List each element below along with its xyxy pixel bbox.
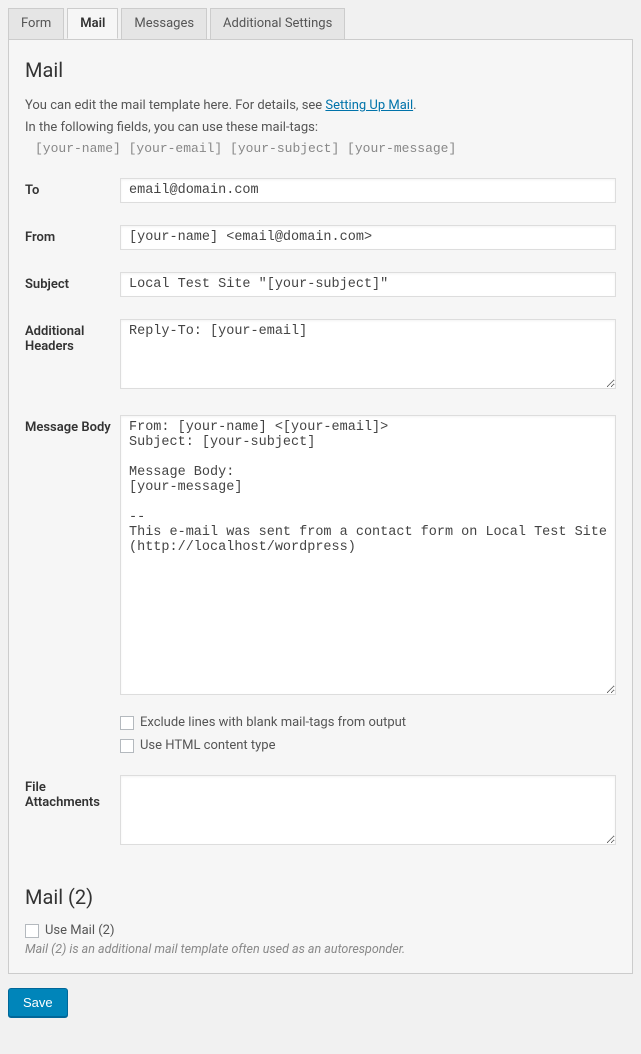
- input-subject[interactable]: [120, 272, 616, 297]
- checkbox-use-mail2[interactable]: [25, 924, 39, 938]
- save-button[interactable]: Save: [8, 988, 68, 1017]
- mail-panel: Mail You can edit the mail template here…: [8, 39, 633, 974]
- checkbox-exclude-blank[interactable]: [120, 716, 134, 730]
- row-subject: Subject: [25, 272, 616, 297]
- textarea-additional-headers[interactable]: [120, 319, 616, 389]
- tab-additional-settings[interactable]: Additional Settings: [210, 8, 345, 39]
- tab-nav: Form Mail Messages Additional Settings: [8, 8, 633, 40]
- label-additional-headers: Additional Headers: [25, 319, 120, 354]
- row-additional-headers: Additional Headers: [25, 319, 616, 393]
- input-to[interactable]: [120, 178, 616, 203]
- label-to: To: [25, 178, 120, 198]
- mail-tags-list: [your-name] [your-email] [your-subject] …: [35, 141, 616, 156]
- label-from: From: [25, 225, 120, 245]
- input-from[interactable]: [120, 225, 616, 250]
- intro-text: You can edit the mail template here. For…: [25, 98, 325, 113]
- textarea-file-attachments[interactable]: [120, 775, 616, 845]
- row-to: To: [25, 178, 616, 203]
- row-message-body: Message Body Exclude lines with blank ma…: [25, 415, 616, 753]
- label-subject: Subject: [25, 272, 120, 292]
- label-exclude-blank[interactable]: Exclude lines with blank mail-tags from …: [140, 715, 406, 730]
- row-file-attachments: File Attachments: [25, 775, 616, 849]
- tab-form[interactable]: Form: [8, 8, 64, 39]
- mail2-title: Mail (2): [25, 885, 616, 909]
- mail-intro-2: In the following fields, you can use the…: [25, 118, 616, 138]
- mail-title: Mail: [25, 58, 616, 82]
- label-message-body: Message Body: [25, 415, 120, 435]
- checkbox-use-html[interactable]: [120, 739, 134, 753]
- label-use-mail2[interactable]: Use Mail (2): [45, 923, 115, 938]
- mail2-section: Mail (2) Use Mail (2) Mail (2) is an add…: [25, 885, 616, 957]
- label-file-attachments: File Attachments: [25, 775, 120, 810]
- label-use-html[interactable]: Use HTML content type: [140, 738, 275, 753]
- tab-mail[interactable]: Mail: [67, 8, 118, 39]
- mail2-hint: Mail (2) is an additional mail template …: [25, 942, 616, 957]
- row-from: From: [25, 225, 616, 250]
- mail-intro-1: You can edit the mail template here. For…: [25, 96, 616, 116]
- tab-messages[interactable]: Messages: [121, 8, 207, 39]
- textarea-message-body[interactable]: [120, 415, 616, 695]
- intro-end: .: [413, 98, 416, 113]
- setting-up-mail-link[interactable]: Setting Up Mail: [325, 98, 413, 113]
